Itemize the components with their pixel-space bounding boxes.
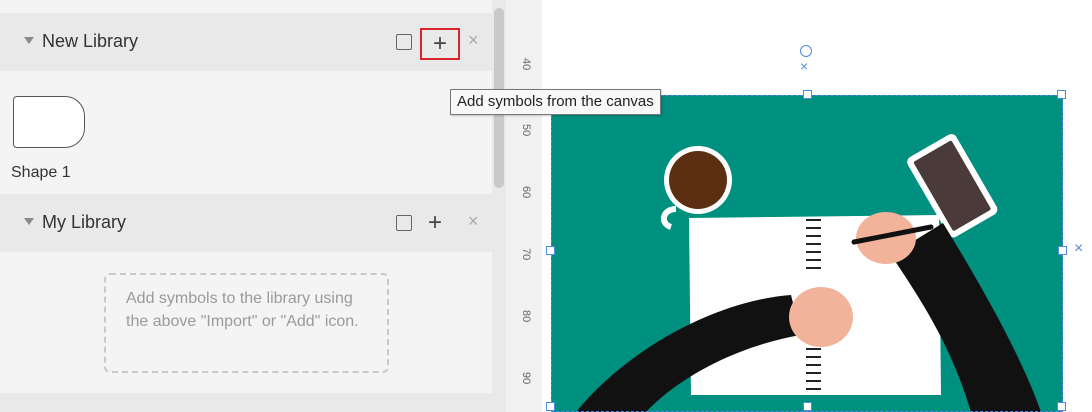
connection-point-icon[interactable]: × bbox=[1074, 241, 1083, 257]
resize-handle-top[interactable] bbox=[803, 90, 812, 99]
rotate-handle-icon[interactable] bbox=[800, 45, 812, 57]
import-icon[interactable] bbox=[396, 215, 412, 231]
resize-handle-bottom-right[interactable] bbox=[1057, 402, 1066, 411]
shape-label: Shape 1 bbox=[11, 164, 71, 181]
resize-handle-top-right[interactable] bbox=[1057, 90, 1066, 99]
close-icon[interactable]: × bbox=[468, 211, 479, 232]
library-header-new-library[interactable]: New Library + × bbox=[0, 13, 492, 71]
selection-box bbox=[551, 95, 1063, 412]
plus-icon: + bbox=[432, 30, 447, 57]
resize-handle-right[interactable] bbox=[1058, 246, 1067, 255]
import-icon[interactable] bbox=[396, 34, 412, 50]
plus-icon[interactable]: + bbox=[428, 211, 442, 235]
add-symbols-button[interactable]: + bbox=[420, 28, 460, 60]
ruler-tick-label: 60 bbox=[520, 186, 532, 199]
resize-handle-left[interactable] bbox=[546, 246, 555, 255]
ruler-tick-label: 80 bbox=[520, 310, 532, 323]
ruler-tick-label: 40 bbox=[520, 58, 532, 71]
resize-handle-bottom-left[interactable] bbox=[546, 402, 555, 411]
empty-library-hint: Add symbols to the library using the abo… bbox=[104, 273, 389, 373]
ruler-tick-label: 90 bbox=[520, 372, 532, 385]
triangle-down-icon[interactable] bbox=[24, 37, 34, 44]
library-panel: New Library + × Shape 1 My Library + × A… bbox=[0, 0, 492, 412]
ruler-tick-label: 70 bbox=[520, 248, 532, 261]
library-title: My Library bbox=[42, 212, 127, 232]
tooltip: Add symbols from the canvas bbox=[450, 89, 661, 115]
ruler-tick-label: 50 bbox=[520, 124, 532, 137]
resize-handle-bottom[interactable] bbox=[803, 402, 812, 411]
next-section-header[interactable] bbox=[0, 393, 492, 412]
library-header-my-library[interactable]: My Library + × bbox=[0, 194, 492, 252]
library-title: New Library bbox=[42, 31, 139, 51]
vertical-ruler: 40 50 60 70 80 90 bbox=[506, 0, 543, 412]
close-icon[interactable]: × bbox=[468, 30, 479, 51]
connection-point-icon[interactable]: × bbox=[800, 59, 808, 73]
empty-library-hint-text: Add symbols to the library using the abo… bbox=[126, 290, 359, 330]
triangle-down-icon[interactable] bbox=[24, 218, 34, 225]
shape-thumbnail[interactable] bbox=[13, 96, 85, 148]
